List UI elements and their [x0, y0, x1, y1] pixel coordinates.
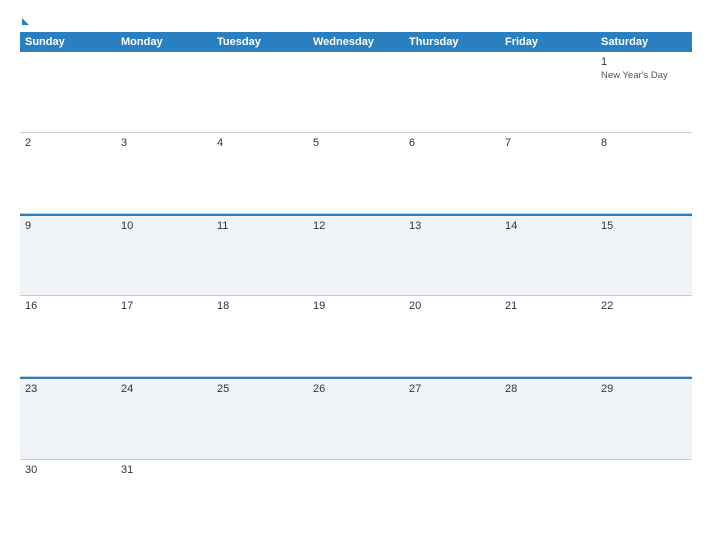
- cell-date-number: 29: [601, 383, 687, 395]
- calendar: Sunday Monday Tuesday Wednesday Thursday…: [20, 32, 692, 540]
- cell-date-number: 20: [409, 300, 495, 312]
- calendar-row-6: 30 31: [20, 460, 692, 540]
- calendar-cell-r6-c1: 30: [20, 460, 116, 540]
- calendar-cell-r3-c2: 10: [116, 216, 212, 296]
- calendar-cell-r1-c5: [404, 52, 500, 132]
- cell-date-number: 22: [601, 300, 687, 312]
- cell-date-number: 31: [121, 464, 207, 476]
- calendar-cell-r1-c2: [116, 52, 212, 132]
- calendar-cell-r4-c2: 17: [116, 296, 212, 376]
- calendar-row-4: 16 17 18 19 20 21 22: [20, 296, 692, 377]
- calendar-cell-r1-c3: [212, 52, 308, 132]
- cell-date-number: 28: [505, 383, 591, 395]
- cell-date-number: 4: [217, 137, 303, 149]
- cell-date-number: 5: [313, 137, 399, 149]
- calendar-cell-r3-c4: 12: [308, 216, 404, 296]
- calendar-cell-r1-c7: 1 New Year's Day: [596, 52, 692, 132]
- calendar-cell-r1-c1: [20, 52, 116, 132]
- calendar-cell-r6-c4: [308, 460, 404, 540]
- calendar-cell-r2-c5: 6: [404, 133, 500, 213]
- calendar-cell-r4-c1: 16: [20, 296, 116, 376]
- calendar-row-5: 23 24 25 26 27 28 29: [20, 377, 692, 460]
- logo-triangle-icon: [22, 18, 29, 25]
- calendar-row-1: 1 New Year's Day: [20, 52, 692, 133]
- day-header-wednesday: Wednesday: [308, 32, 404, 52]
- day-header-monday: Monday: [116, 32, 212, 52]
- calendar-cell-r4-c6: 21: [500, 296, 596, 376]
- calendar-cell-r5-c5: 27: [404, 379, 500, 459]
- calendar-grid: 1New Year's Day2345678910111213141516171…: [20, 52, 692, 540]
- cell-date-number: 3: [121, 137, 207, 149]
- calendar-cell-r2-c1: 2: [20, 133, 116, 213]
- calendar-cell-r6-c2: 31: [116, 460, 212, 540]
- cell-date-number: 9: [25, 220, 111, 232]
- calendar-cell-r5-c6: 28: [500, 379, 596, 459]
- calendar-cell-r4-c5: 20: [404, 296, 500, 376]
- cell-date-number: 16: [25, 300, 111, 312]
- calendar-cell-r6-c5: [404, 460, 500, 540]
- day-header-tuesday: Tuesday: [212, 32, 308, 52]
- header: [20, 18, 692, 26]
- calendar-cell-r1-c6: [500, 52, 596, 132]
- calendar-cell-r5-c2: 24: [116, 379, 212, 459]
- cell-date-number: 12: [313, 220, 399, 232]
- calendar-cell-r5-c7: 29: [596, 379, 692, 459]
- calendar-cell-r6-c7: [596, 460, 692, 540]
- calendar-cell-r2-c4: 5: [308, 133, 404, 213]
- logo: [20, 18, 29, 26]
- calendar-cell-r5-c4: 26: [308, 379, 404, 459]
- cell-date-number: 10: [121, 220, 207, 232]
- calendar-cell-r3-c7: 15: [596, 216, 692, 296]
- calendar-row-2: 2345678: [20, 133, 692, 214]
- cell-date-number: 14: [505, 220, 591, 232]
- calendar-cell-r4-c4: 19: [308, 296, 404, 376]
- calendar-row-3: 9 10 11 12 13 14 15: [20, 214, 692, 297]
- calendar-cell-r5-c3: 25: [212, 379, 308, 459]
- calendar-cell-r4-c3: 18: [212, 296, 308, 376]
- logo-blue-row: [20, 18, 29, 26]
- calendar-cell-r3-c5: 13: [404, 216, 500, 296]
- calendar-cell-r5-c1: 23: [20, 379, 116, 459]
- day-header-saturday: Saturday: [596, 32, 692, 52]
- day-header-sunday: Sunday: [20, 32, 116, 52]
- cell-date-number: 25: [217, 383, 303, 395]
- calendar-cell-r2-c3: 4: [212, 133, 308, 213]
- cell-event-label: New Year's Day: [601, 70, 687, 82]
- cell-date-number: 27: [409, 383, 495, 395]
- calendar-cell-r4-c7: 22: [596, 296, 692, 376]
- cell-date-number: 11: [217, 220, 303, 232]
- cell-date-number: 24: [121, 383, 207, 395]
- calendar-cell-r6-c6: [500, 460, 596, 540]
- days-header: Sunday Monday Tuesday Wednesday Thursday…: [20, 32, 692, 52]
- cell-date-number: 8: [601, 137, 687, 149]
- cell-date-number: 7: [505, 137, 591, 149]
- cell-date-number: 1: [601, 56, 687, 68]
- calendar-cell-r6-c3: [212, 460, 308, 540]
- day-header-friday: Friday: [500, 32, 596, 52]
- cell-date-number: 23: [25, 383, 111, 395]
- cell-date-number: 30: [25, 464, 111, 476]
- cell-date-number: 15: [601, 220, 687, 232]
- calendar-cell-r3-c1: 9: [20, 216, 116, 296]
- calendar-cell-r1-c4: [308, 52, 404, 132]
- calendar-cell-r2-c6: 7: [500, 133, 596, 213]
- cell-date-number: 26: [313, 383, 399, 395]
- cell-date-number: 18: [217, 300, 303, 312]
- day-header-thursday: Thursday: [404, 32, 500, 52]
- calendar-cell-r2-c2: 3: [116, 133, 212, 213]
- cell-date-number: 19: [313, 300, 399, 312]
- cell-date-number: 6: [409, 137, 495, 149]
- calendar-page: Sunday Monday Tuesday Wednesday Thursday…: [0, 0, 712, 550]
- calendar-cell-r3-c6: 14: [500, 216, 596, 296]
- calendar-cell-r2-c7: 8: [596, 133, 692, 213]
- cell-date-number: 21: [505, 300, 591, 312]
- cell-date-number: 17: [121, 300, 207, 312]
- cell-date-number: 2: [25, 137, 111, 149]
- calendar-cell-r3-c3: 11: [212, 216, 308, 296]
- cell-date-number: 13: [409, 220, 495, 232]
